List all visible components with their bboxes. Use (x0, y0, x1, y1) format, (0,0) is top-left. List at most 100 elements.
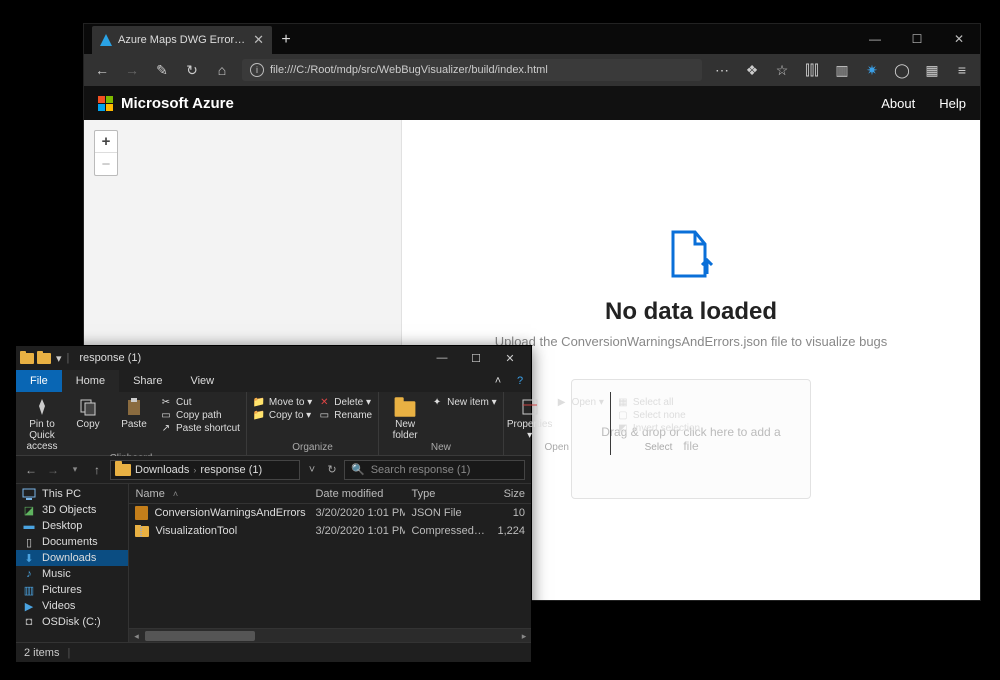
file-row[interactable]: ConversionWarningsAndErrors3/20/2020 1:0… (129, 504, 531, 522)
scroll-thumb[interactable] (145, 631, 161, 641)
close-tab-icon[interactable]: ✕ (253, 32, 264, 48)
qat-more-icon[interactable]: ▾ (54, 352, 64, 365)
ribbon-tab-home[interactable]: Home (62, 370, 119, 392)
close-window-button[interactable]: ✕ (493, 346, 527, 370)
nav-item-this-pc[interactable]: This PC (16, 486, 128, 502)
navigation-pane[interactable]: This PC◪3D Objects▬Desktop▯Documents⬇Dow… (16, 484, 129, 642)
scroll-right-icon[interactable]: ▸ (517, 629, 531, 643)
file-list-pane: Name˄ Date modified Type Size Conversion… (129, 484, 531, 642)
scroll-left-icon[interactable]: ◂ (129, 629, 143, 643)
zoom-in-button[interactable]: + (95, 131, 117, 153)
browser-tab[interactable]: Azure Maps DWG Errors Visual... ✕ (92, 26, 272, 54)
ribbon-tab-view[interactable]: View (176, 370, 228, 392)
column-header-type[interactable]: Type (405, 488, 491, 500)
delete-button[interactable]: ✕Delete ▾ (318, 396, 372, 408)
pocket-icon[interactable]: ▥ (832, 60, 852, 80)
copy-button[interactable]: Copy (68, 394, 108, 430)
nav-up-button[interactable]: ↑ (88, 463, 106, 477)
column-header-date[interactable]: Date modified (309, 488, 405, 500)
status-bar: 2 items | (16, 642, 531, 662)
forward-button[interactable]: → (122, 60, 142, 80)
paste-button[interactable]: Paste (114, 394, 154, 430)
home-button[interactable]: ⌂ (212, 60, 232, 80)
doc-icon: ▯ (22, 536, 36, 548)
horizontal-scrollbar[interactable]: ◂ ▸ (129, 628, 531, 642)
new-folder-icon (393, 396, 417, 418)
json-file-icon (135, 506, 148, 520)
cut-icon: ✂ (160, 396, 172, 408)
nav-item-pictures[interactable]: ▥Pictures (16, 582, 128, 598)
copy-to-button[interactable]: 📁Copy to ▾ (253, 409, 312, 421)
nav-back-button[interactable]: ← (22, 463, 40, 477)
zoom-out-button[interactable]: − (95, 153, 117, 175)
select-none-button[interactable]: ▢Select none (617, 409, 700, 421)
help-icon[interactable]: ? (509, 370, 531, 392)
reload-button[interactable]: ↻ (182, 60, 202, 80)
ribbon-tab-share[interactable]: Share (119, 370, 176, 392)
pin-icon (30, 396, 54, 418)
invert-selection-button[interactable]: ◩Invert selection (617, 422, 700, 434)
open-button[interactable]: ▶Open ▾ (556, 396, 604, 408)
nav-item-desktop[interactable]: ▬Desktop (16, 518, 128, 534)
breadcrumb-segment[interactable]: Downloads (135, 464, 189, 476)
new-item-button[interactable]: ✦New item ▾ (431, 396, 496, 408)
breadcrumb-bar[interactable]: Downloads › response (1) (110, 460, 300, 480)
close-window-button[interactable]: ✕ (938, 24, 980, 54)
select-all-button[interactable]: ▦Select all (617, 396, 700, 408)
ribbon: Pin to Quick access Copy Paste ✂Cut ▭Cop… (16, 392, 531, 456)
ribbon-tabs: File Home Share View ˄ ? (16, 370, 531, 392)
maximize-button[interactable]: ☐ (459, 346, 493, 370)
minimize-button[interactable]: — (425, 346, 459, 370)
explorer-search-input[interactable]: 🔍 Search response (1) (344, 460, 525, 480)
new-folder-button[interactable]: New folder (385, 394, 425, 441)
scroll-thumb[interactable] (145, 631, 255, 641)
pin-quick-access-button[interactable]: Pin to Quick access (22, 394, 62, 452)
collapse-ribbon-icon[interactable]: ˄ (487, 370, 509, 392)
copy-path-button[interactable]: ▭Copy path (160, 409, 240, 421)
minimize-button[interactable]: — (854, 24, 896, 54)
explorer-titlebar[interactable]: ▾ | response (1) — ☐ ✕ (16, 346, 531, 370)
rename-button[interactable]: ▭Rename (318, 409, 372, 421)
nav-item-osdisk-c-[interactable]: ◘OSDisk (C:) (16, 614, 128, 630)
refresh-icon[interactable]: ↻ (324, 462, 340, 478)
menu-icon[interactable]: ≡ (952, 60, 972, 80)
new-tab-button[interactable]: + (272, 26, 300, 54)
quick-access-toolbar: ▾ | (20, 352, 69, 365)
nav-forward-button[interactable]: → (44, 463, 62, 477)
page-actions-icon[interactable]: ⋯ (712, 60, 732, 80)
move-to-button[interactable]: 📁Move to ▾ (253, 396, 312, 408)
properties-button[interactable]: Properties ▾ (510, 394, 550, 441)
nav-item-documents[interactable]: ▯Documents (16, 534, 128, 550)
address-bar[interactable]: i file:///C:/Root/mdp/src/WebBugVisualiz… (242, 59, 702, 81)
nav-item-downloads[interactable]: ⬇Downloads (16, 550, 128, 566)
paste-shortcut-button[interactable]: ↗Paste shortcut (160, 422, 240, 434)
nav-item-music[interactable]: ♪Music (16, 566, 128, 582)
bookmark-star-icon[interactable]: ☆ (772, 60, 792, 80)
breadcrumb-segment[interactable]: response (1) (200, 464, 262, 476)
nav-history-icon[interactable]: ▾ (66, 464, 84, 475)
account-icon[interactable]: ◯ (892, 60, 912, 80)
folder-icon[interactable] (37, 353, 51, 364)
maximize-button[interactable]: ☐ (896, 24, 938, 54)
cut-button[interactable]: ✂Cut (160, 396, 240, 408)
select-all-icon: ▦ (617, 396, 629, 408)
column-header-size[interactable]: Size (491, 488, 531, 500)
column-header-name[interactable]: Name˄ (129, 488, 309, 500)
nav-item-3d-objects[interactable]: ◪3D Objects (16, 502, 128, 518)
ribbon-tab-file[interactable]: File (16, 370, 62, 392)
customize-icon[interactable]: ✎ (152, 60, 172, 80)
extension-icon[interactable]: ✷ (862, 60, 882, 80)
help-link[interactable]: Help (939, 96, 966, 111)
site-info-icon[interactable]: i (250, 63, 264, 77)
library-icon[interactable]: ⫿⫿⫿ (802, 60, 822, 80)
browser-toolbar: ← → ✎ ↻ ⌂ i file:///C:/Root/mdp/src/WebB… (84, 54, 980, 86)
file-row[interactable]: VisualizationTool3/20/2020 1:01 PMCompre… (129, 522, 531, 540)
video-icon: ▶ (22, 600, 36, 612)
nav-item-videos[interactable]: ▶Videos (16, 598, 128, 614)
protection-icon[interactable]: ❖ (742, 60, 762, 80)
back-button[interactable]: ← (92, 60, 112, 80)
folder-icon[interactable] (20, 353, 34, 364)
about-link[interactable]: About (881, 96, 915, 111)
apps-grid-icon[interactable]: ▦ (922, 60, 942, 80)
breadcrumb-dropdown-icon[interactable]: ˅ (304, 462, 320, 478)
